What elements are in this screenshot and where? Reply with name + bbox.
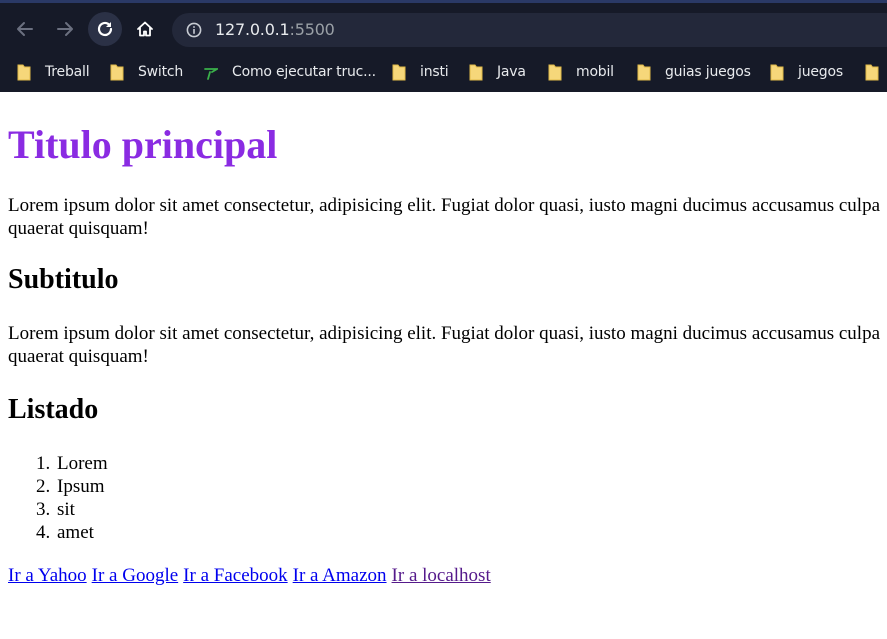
- list-item: 2. Ipsum: [8, 475, 108, 498]
- ordered-list: 1. Lorem 2. Ipsum 3. sit 4. amet: [8, 452, 108, 544]
- info-icon[interactable]: [186, 22, 202, 38]
- url-host: 127.0.0.1: [215, 20, 290, 39]
- paragraph-2-line-2: quaerat quisquam!: [8, 346, 149, 367]
- home-icon: [137, 21, 153, 37]
- address-bar[interactable]: 127.0.0.1:5500: [172, 13, 887, 47]
- bookmark-label: insti: [420, 64, 449, 80]
- folder-icon: [17, 64, 31, 81]
- bookmark-treball[interactable]: Treball: [17, 61, 90, 83]
- folder-icon: [865, 64, 879, 81]
- listado-heading: Listado: [8, 394, 99, 425]
- paragraph-1-line-2: quaerat quisquam!: [8, 218, 149, 239]
- bookmark-switch[interactable]: Switch: [110, 61, 183, 83]
- list-item-number: 1.: [36, 453, 51, 474]
- browser-chrome: 127.0.0.1:5500 Treball Switch Como ejecu…: [0, 0, 887, 92]
- list-item-text: Lorem: [57, 453, 108, 474]
- bookmark-label: Treball: [45, 64, 90, 80]
- paragraph-1: Lorem ipsum dolor sit amet consectetur, …: [8, 194, 887, 240]
- links-row: Ir a Yahoo Ir a Google Ir a Facebook Ir a A…: [8, 564, 496, 587]
- list-item-text: sit: [57, 499, 75, 520]
- bookmark-label: Switch: [138, 64, 184, 80]
- navigation-toolbar: 127.0.0.1:5500: [0, 6, 887, 51]
- bookmark-overflow[interactable]: [865, 61, 887, 83]
- link-yahoo[interactable]: Ir a Yahoo: [8, 565, 87, 586]
- url-port: :5500: [289, 20, 335, 39]
- folder-icon: [110, 64, 124, 81]
- list-item-text: amet: [57, 522, 94, 543]
- bookmark-insti[interactable]: insti: [392, 61, 449, 83]
- bookmarks-bar: Treball Switch Como ejecutar truc... ins…: [0, 53, 887, 92]
- list-item-number: 3.: [36, 499, 51, 520]
- folder-icon: [469, 64, 483, 81]
- bookmark-guias-juegos[interactable]: guias juegos: [637, 61, 751, 83]
- bookmark-label: mobil: [576, 64, 614, 80]
- bookmark-label: Como ejecutar truc...: [232, 64, 376, 80]
- bookmark-java[interactable]: Java: [469, 61, 526, 83]
- list-item: 4. amet: [8, 521, 108, 544]
- list-item: 3. sit: [8, 498, 108, 521]
- bookmark-juegos[interactable]: juegos: [770, 61, 843, 83]
- forward-button[interactable]: [48, 12, 82, 46]
- bookmark-label: Java: [497, 64, 526, 80]
- list-item-text: Ipsum: [57, 476, 105, 497]
- paragraph-2: Lorem ipsum dolor sit amet consectetur, …: [8, 322, 887, 368]
- paragraph-1-line-1: Lorem ipsum dolor sit amet consectetur, …: [8, 195, 881, 216]
- link-amazon[interactable]: Ir a Amazon: [293, 565, 387, 586]
- reload-icon: [97, 21, 113, 37]
- folder-icon: [548, 64, 562, 81]
- paragraph-2-line-1: Lorem ipsum dolor sit amet consectetur, …: [8, 323, 881, 344]
- subtitle-heading: Subtitulo: [8, 264, 119, 295]
- folder-icon: [637, 64, 651, 81]
- bookmark-como-ejecutar[interactable]: Como ejecutar truc...: [204, 61, 376, 83]
- link-google[interactable]: Ir a Google: [92, 565, 179, 586]
- folder-icon: [770, 64, 784, 81]
- bookmark-label: juegos: [798, 64, 843, 80]
- page-content: Titulo principal Lorem ipsum dolor sit a…: [0, 92, 887, 639]
- back-button[interactable]: [8, 12, 42, 46]
- bookmark-label: guias juegos: [665, 64, 751, 80]
- list-item-number: 4.: [36, 522, 51, 543]
- link-facebook[interactable]: Ir a Facebook: [183, 565, 287, 586]
- reload-button[interactable]: [88, 12, 122, 46]
- home-button[interactable]: [128, 12, 162, 46]
- arrow-right-icon: [57, 22, 73, 36]
- site-favicon-icon: [204, 64, 218, 81]
- arrow-left-icon: [17, 22, 33, 36]
- folder-icon: [392, 64, 406, 81]
- list-item: 1. Lorem: [8, 452, 108, 475]
- page-title: Titulo principal: [8, 122, 278, 167]
- url-text: 127.0.0.1:5500: [215, 21, 335, 39]
- list-item-number: 2.: [36, 476, 51, 497]
- link-localhost[interactable]: Ir a localhost: [392, 565, 491, 586]
- bookmark-mobil[interactable]: mobil: [548, 61, 614, 83]
